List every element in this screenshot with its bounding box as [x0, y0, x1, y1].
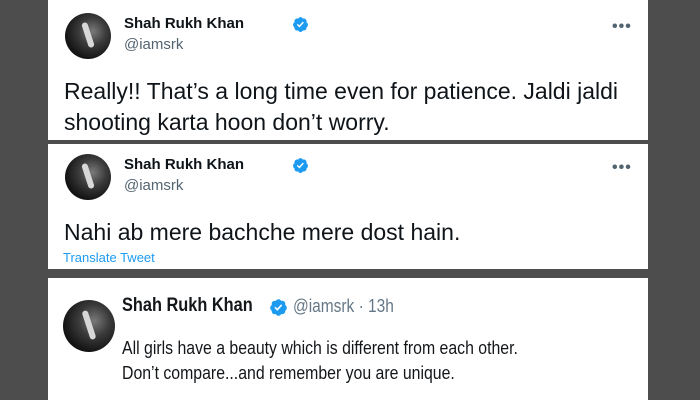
- tweet-text: Nahi ab mere bachche mere dost hain.: [64, 219, 461, 245]
- author-name[interactable]: Shah Rukh Khan: [124, 15, 244, 32]
- tweet-card[interactable]: Shah Rukh Khan @iamsrk ••• Nahi ab mere …: [48, 144, 648, 269]
- tweet-card[interactable]: Shah Rukh Khan @iamsrk ••• Really!! That…: [48, 0, 648, 140]
- more-options-icon[interactable]: •••: [612, 19, 632, 35]
- author-handle[interactable]: @iamsrk: [124, 36, 183, 53]
- tweet-card[interactable]: Shah Rukh Khan @iamsrk · 13h All girls h…: [48, 278, 648, 400]
- tweet-text: Really!! That’s a long time even for pat…: [64, 78, 619, 135]
- author-name[interactable]: Shah Rukh Khan: [124, 156, 244, 173]
- author-handle[interactable]: @iamsrk: [124, 177, 183, 194]
- tweet-text: All girls have a beauty which is differe…: [122, 338, 518, 383]
- avatar[interactable]: [65, 154, 111, 200]
- more-options-icon[interactable]: •••: [612, 160, 632, 176]
- translate-tweet-link[interactable]: Translate Tweet: [63, 250, 155, 265]
- verified-badge-icon: [270, 299, 287, 316]
- avatar[interactable]: [63, 300, 115, 352]
- avatar[interactable]: [65, 13, 111, 59]
- author-name[interactable]: Shah Rukh Khan: [122, 295, 253, 317]
- author-handle-timestamp[interactable]: @iamsrk · 13h: [293, 296, 394, 317]
- verified-badge-icon: [293, 158, 308, 173]
- verified-badge-icon: [293, 17, 308, 32]
